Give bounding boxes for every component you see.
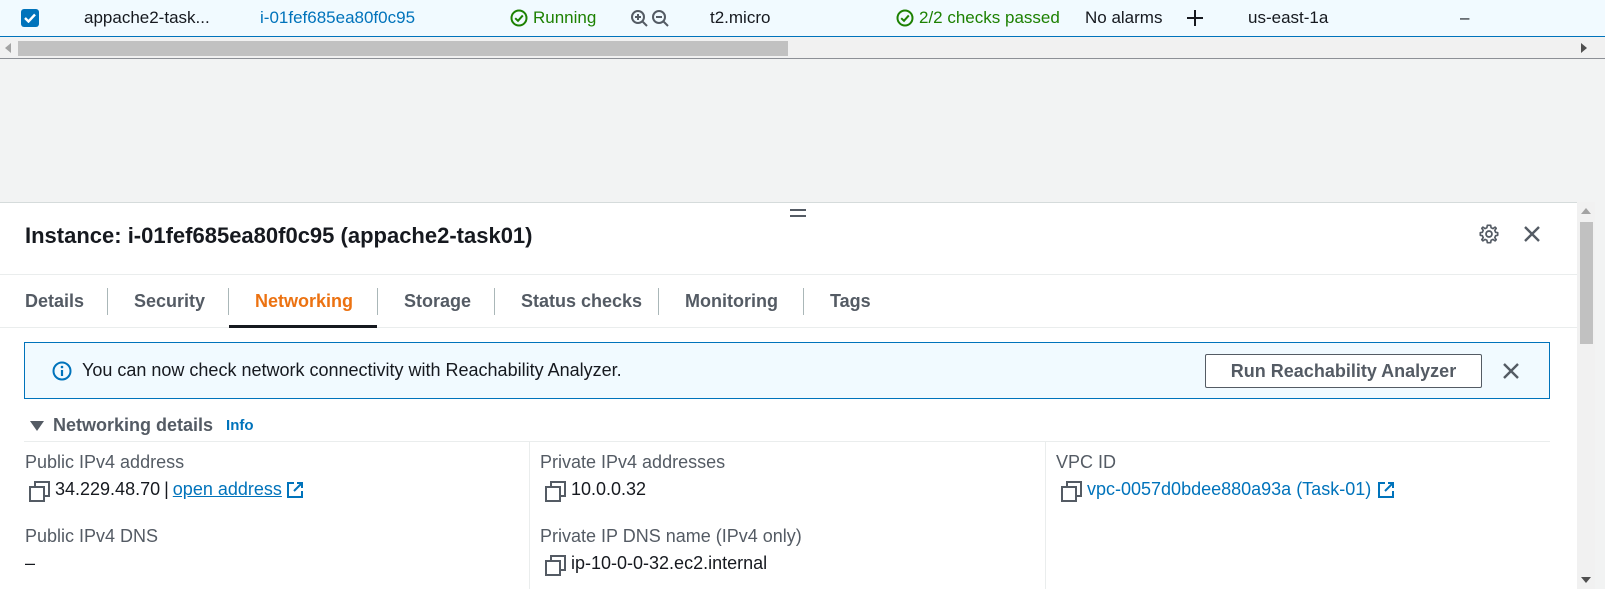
vertical-scrollbar-thumb[interactable] [1580,222,1593,344]
vpc-id-link[interactable]: vpc-0057d0bdee880a93a (Task-01) [1087,479,1371,500]
availability-zone-cell: us-east-1a [1248,8,1329,27]
status-check-text: 2/2 checks passed [919,8,1060,27]
external-link-icon[interactable] [286,481,304,499]
tab-networking[interactable]: Networking [228,275,378,328]
vertical-scrollbar[interactable] [1577,202,1595,589]
private-dns-value: ip-10-0-0-32.ec2.internal [545,553,768,576]
horizontal-scrollbar-thumb[interactable] [18,41,788,56]
private-ipv4-text: 10.0.0.32 [571,479,647,499]
separator: | [164,479,169,499]
tab-divider [803,288,804,315]
run-reachability-analyzer-button[interactable]: Run Reachability Analyzer [1205,354,1482,388]
private-ipv4-label: Private IPv4 addresses [540,452,726,472]
tab-bar: Details Security Networking Storage Stat… [0,275,1577,328]
status-ok-icon [896,9,914,27]
external-link-icon[interactable] [1377,481,1395,499]
scroll-down-arrow[interactable] [1581,577,1591,583]
zoom-controls [630,0,670,36]
tab-divider [228,288,229,315]
copy-icon[interactable] [29,480,50,502]
tab-details[interactable]: Details [25,275,84,328]
close-icon[interactable] [1501,361,1521,381]
private-dns-text: ip-10-0-0-32.ec2.internal [571,553,768,573]
private-ipv4-value: 10.0.0.32 [545,479,647,502]
copy-icon[interactable] [545,554,566,576]
tab-divider [658,288,659,315]
networking-details-header[interactable]: Networking details Info [30,415,254,436]
tab-divider [107,288,108,315]
info-link[interactable]: Info [226,417,254,434]
vpc-id-label: VPC ID [1056,452,1117,472]
scroll-left-arrow[interactable] [5,43,11,53]
tab-divider [377,288,378,315]
info-icon [52,361,72,381]
column-divider [1045,441,1046,589]
instance-details-panel: Instance: i-01fef685ea80f0c95 (appache2-… [0,202,1577,589]
tab-storage[interactable]: Storage [404,275,471,328]
instance-table-row[interactable]: appache2-task... i-01fef685ea80f0c95 Run… [0,0,1605,37]
instance-name-cell: appache2-task... [84,8,210,27]
copy-icon[interactable] [545,480,566,502]
instance-type-cell: t2.micro [710,8,771,27]
public-dns-cell: – [1460,8,1470,27]
gear-icon[interactable] [1478,223,1500,245]
copy-icon[interactable] [1061,480,1082,502]
scroll-up-arrow[interactable] [1581,208,1591,214]
tab-divider [494,288,495,315]
open-address-link[interactable]: open address [173,479,282,500]
column-divider [529,441,530,589]
instance-id-link[interactable]: i-01fef685ea80f0c95 [260,0,415,36]
reachability-flash-banner: You can now check network connectivity w… [24,342,1550,399]
tab-monitoring[interactable]: Monitoring [685,275,778,328]
add-alarm-button[interactable] [1186,0,1204,36]
status-check-cell: 2/2 checks passed [896,0,1060,36]
plus-icon [1187,10,1203,26]
public-dns-value: – [25,553,36,573]
status-ok-icon [510,9,528,27]
tab-tags[interactable]: Tags [830,275,871,328]
state-text: Running [533,8,597,27]
zoom-in-icon[interactable] [630,9,649,28]
section-divider [24,441,1550,442]
tab-status-checks[interactable]: Status checks [521,275,642,328]
scroll-right-arrow[interactable] [1581,43,1587,53]
panel-title: Instance: i-01fef685ea80f0c95 (appache2-… [25,223,533,248]
check-icon [24,13,36,23]
tab-security[interactable]: Security [134,275,205,328]
alarm-status-cell: No alarms [1085,8,1163,27]
vpc-id-value: vpc-0057d0bdee880a93a (Task-01) [1061,479,1395,502]
zoom-out-icon[interactable] [651,9,670,28]
caret-down-icon [30,420,44,431]
horizontal-scrollbar[interactable] [0,38,1605,59]
row-checkbox[interactable] [21,0,39,36]
public-ipv4-value: 34.229.48.70 | open address [29,479,304,502]
public-dns-label: Public IPv4 DNS [25,526,159,546]
instance-state-cell: Running [510,0,596,36]
close-icon[interactable] [1522,224,1542,244]
panel-header: Instance: i-01fef685ea80f0c95 (appache2-… [0,203,1577,275]
public-ipv4-label: Public IPv4 address [25,452,185,472]
public-ipv4-text: 34.229.48.70 [55,479,161,499]
private-dns-label: Private IP DNS name (IPv4 only) [540,526,802,546]
flash-message: You can now check network connectivity w… [82,360,622,380]
section-title: Networking details [53,415,214,435]
